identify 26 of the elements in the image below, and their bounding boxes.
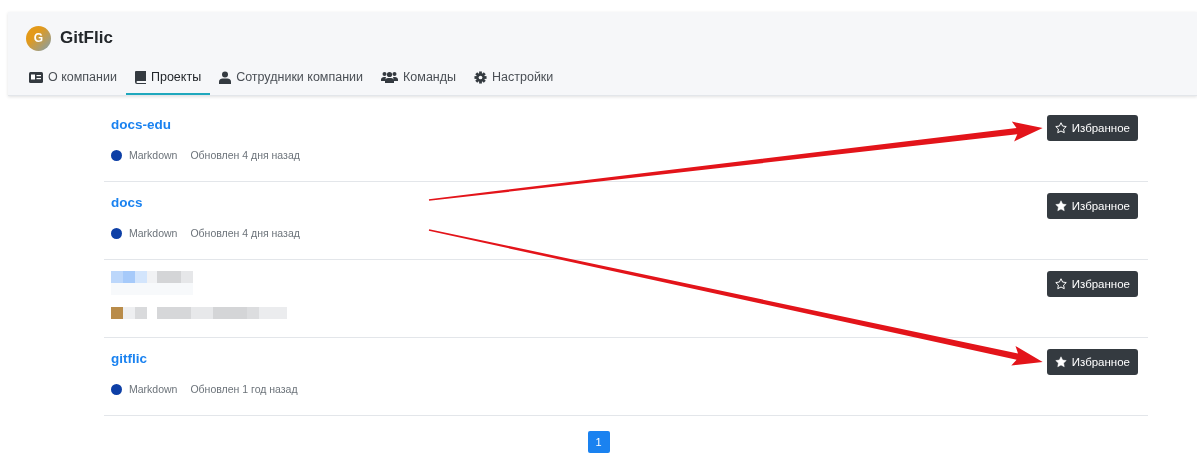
organization-avatar: G — [26, 25, 51, 51]
nav-tab[interactable]: Сотрудники компании — [210, 67, 373, 95]
users-icon — [381, 71, 399, 83]
project-language: Markdown — [129, 227, 178, 239]
updated-time: Обновлен 1 год назад — [190, 383, 298, 395]
page-button[interactable]: 1 — [587, 431, 610, 453]
project-name-link[interactable]: docs-edu — [111, 117, 171, 132]
nav-tab[interactable]: Команды — [372, 67, 466, 95]
id-card-icon — [29, 71, 43, 83]
organization-name: GitFlic — [60, 28, 113, 48]
nav-tab[interactable]: О компании — [20, 67, 126, 95]
favorite-button[interactable]: Избранное — [1046, 349, 1138, 375]
favorite-button[interactable]: Избранное — [1046, 193, 1138, 219]
updated-time: Обновлен 4 дня назад — [190, 227, 300, 239]
favorite-button[interactable]: Избранное — [1046, 271, 1138, 297]
project-language: Markdown — [129, 383, 178, 395]
settings-icon — [474, 70, 488, 84]
updated-time: Обновлен 4 дня назад — [190, 149, 300, 161]
nav-tab[interactable]: Настройки — [465, 67, 563, 95]
project-name-link[interactable]: gitflic — [111, 351, 147, 366]
project-name-link[interactable]: docs — [111, 195, 143, 210]
nav-tab[interactable]: Проекты — [125, 67, 211, 95]
project-language: Markdown — [129, 149, 178, 161]
book-icon — [134, 70, 146, 84]
favorite-button[interactable]: Избранное — [1046, 115, 1138, 141]
person-icon — [219, 70, 232, 84]
